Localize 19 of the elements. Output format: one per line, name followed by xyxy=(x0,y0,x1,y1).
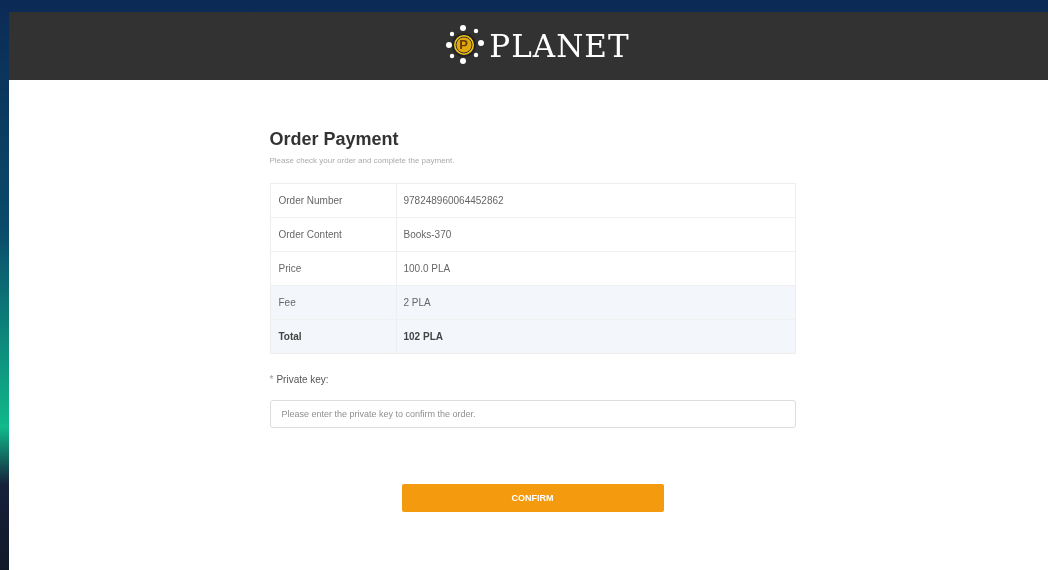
sun-logo-icon xyxy=(443,25,486,67)
row-label: Total xyxy=(270,320,397,353)
confirm-button[interactable]: CONFIRM xyxy=(401,484,664,512)
row-value: Books-370 xyxy=(402,228,453,242)
page-title: Order Payment xyxy=(269,129,400,150)
page-subtitle: Please check your order and complete the payment. xyxy=(269,156,456,165)
row-label: Fee xyxy=(270,286,397,319)
row-value: 102 PLA xyxy=(396,320,795,353)
row-value: 978248960064452862 xyxy=(402,194,505,208)
row-label: Order Number xyxy=(270,184,397,217)
private-key-field[interactable]: Please enter the private key to confirm the order. xyxy=(269,400,796,428)
row-value: 2 PLA xyxy=(396,286,795,319)
field-label: Private key: xyxy=(276,374,329,385)
row-label: Price xyxy=(270,252,397,285)
required-mark: * xyxy=(269,374,274,385)
row-value: 100.0 PLA xyxy=(402,262,452,276)
row-label: Order Content xyxy=(270,218,397,251)
logo-letter: P xyxy=(459,36,469,54)
brand-name: PLANET xyxy=(489,28,630,64)
